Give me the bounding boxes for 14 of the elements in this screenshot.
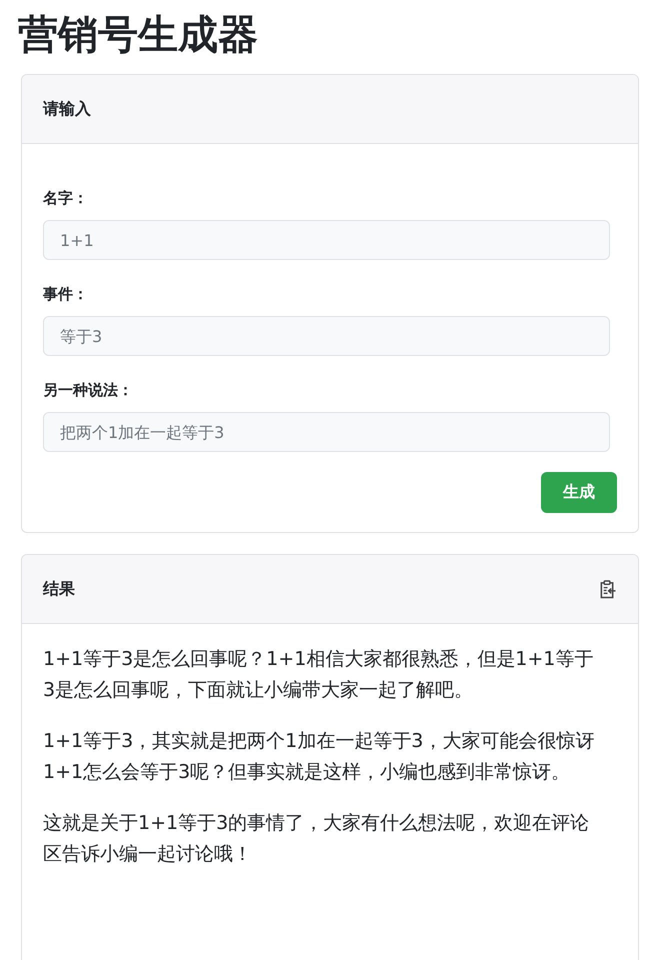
input-field[interactable]: 把两个1加在一起等于3 <box>43 412 610 452</box>
generate-button[interactable]: 生成 <box>541 472 617 513</box>
result-paragraph: 1+1等于3是怎么回事呢？1+1相信大家都很熟悉，但是1+1等于3是怎么回事呢，下面就让小编带大家一起了解吧。 <box>43 647 594 703</box>
input-field[interactable]: 等于3 <box>43 316 610 356</box>
result-paragraph: 1+1等于3，其实就是把两个1加在一起等于3，大家可能会很惊讶1+1怎么会等于3呢？但事实就是这样，小编也感到非常惊讶。 <box>43 729 596 785</box>
input-field[interactable]: 1+1 <box>43 220 610 260</box>
result-paragraph: 这就是关于1+1等于3的事情了，大家有什么想法呢，欢迎在评论区告诉小编一起讨论哦！ <box>43 811 590 867</box>
card-title: 请输入 <box>43 98 91 120</box>
page-title: 营销号生成器 <box>18 11 258 60</box>
field-label: 事件： <box>43 284 88 304</box>
clipboard-icon[interactable] <box>599 580 616 598</box>
card-title: 结果 <box>43 578 75 600</box>
field-label: 名字： <box>43 188 88 208</box>
field-label: 另一种说法： <box>43 380 133 400</box>
